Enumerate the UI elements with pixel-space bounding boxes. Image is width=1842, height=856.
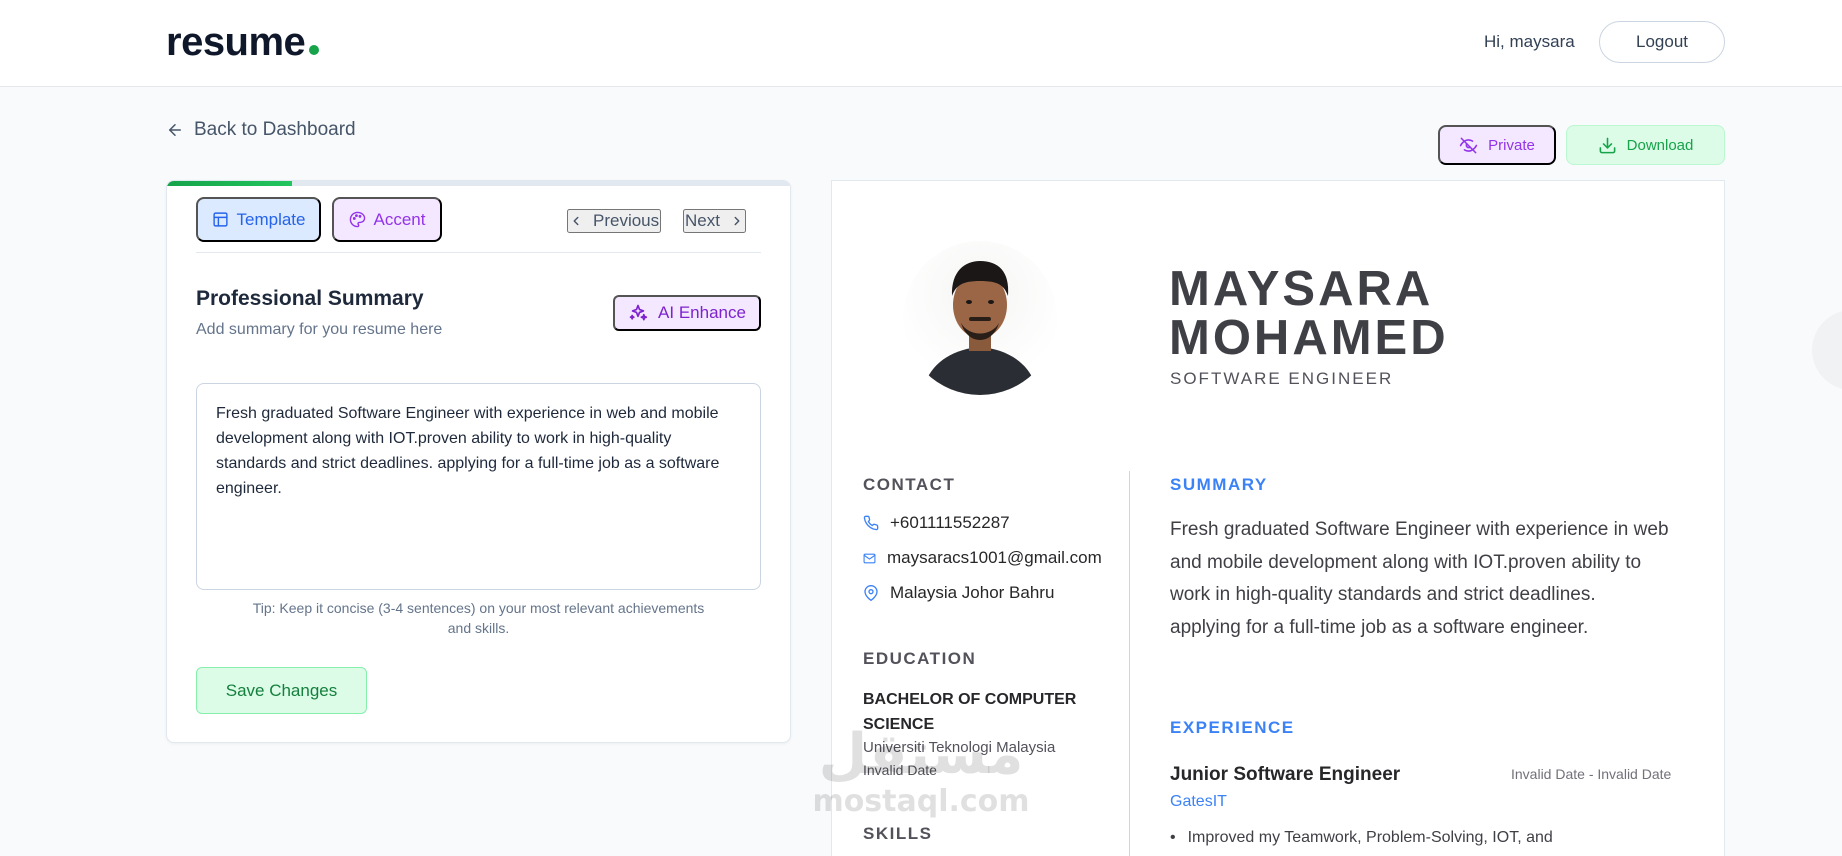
watermark-latin: mostaql.com: [812, 784, 1030, 819]
resume-summary-text: Fresh graduated Software Engineer with e…: [1170, 519, 1669, 638]
phone-icon: [863, 515, 879, 531]
watermark-arabic: مستقل: [818, 722, 1024, 787]
mail-icon: [863, 553, 876, 563]
side-edge-decoration: [1812, 310, 1842, 390]
arrow-left-icon: [169, 124, 181, 136]
layout-icon: [212, 212, 228, 227]
resume-name: MAYSARA MOHAMED: [1169, 265, 1449, 363]
location-text: Malaysia Johor Bahru: [890, 583, 1055, 602]
experience-role: Junior Software Engineer: [1170, 764, 1401, 785]
template-tab-button[interactable]: Template: [196, 197, 321, 242]
chevron-right-icon: [734, 216, 740, 226]
experience-bullet-text: Improved my Teamwork, Problem-Solving, I…: [1187, 829, 1553, 846]
step-progress-fill: [167, 181, 292, 186]
next-step-button[interactable]: Next: [683, 209, 746, 233]
top-navbar: resume Hi, maysara Logout: [0, 0, 1842, 87]
ai-enhance-label: AI Enhance: [658, 303, 746, 322]
accent-tab-button[interactable]: Accent: [332, 197, 442, 242]
download-icon: [1599, 137, 1616, 153]
contact-location: Malaysia Johor Bahru: [863, 583, 1054, 603]
editor-panel: Template Accent Previous Next Profession…: [166, 180, 791, 743]
section-subtitle: Add summary for you resume here: [196, 321, 443, 338]
editor-divider: [196, 252, 761, 253]
experience-bullet: • Improved my Teamwork, Problem-Solving,…: [1170, 829, 1553, 847]
section-title: Professional Summary: [196, 287, 424, 310]
contact-heading: CONTACT: [863, 475, 956, 494]
resume-name-line1: MAYSARA: [1169, 262, 1434, 316]
private-toggle-button[interactable]: Private: [1438, 125, 1556, 165]
experience-date: Invalid Date - Invalid Date: [1511, 766, 1672, 782]
back-link-label: Back to Dashboard: [194, 119, 356, 140]
download-button[interactable]: Download: [1566, 125, 1725, 165]
summary-tip: Tip: Keep it concise (3-4 sentences) on …: [252, 600, 705, 636]
previous-step-button[interactable]: Previous: [567, 209, 662, 233]
column-divider: [1129, 471, 1130, 856]
ai-enhance-button[interactable]: AI Enhance: [613, 295, 761, 331]
logout-button[interactable]: Logout: [1599, 21, 1725, 63]
user-greeting: Hi, maysara: [1484, 32, 1575, 51]
watermark: مستقل mostaql.com: [806, 725, 1036, 819]
chevron-left-icon: [573, 216, 579, 226]
private-label: Private: [1488, 136, 1535, 154]
profile-photo-figure: [923, 261, 1037, 395]
palette-icon: [349, 211, 365, 228]
eye-off-icon: [1459, 137, 1478, 153]
save-changes-button[interactable]: Save Changes: [196, 667, 367, 714]
step-progress-bar: [167, 181, 790, 186]
skills-heading: SKILLS: [863, 824, 933, 843]
experience-heading: EXPERIENCE: [1170, 718, 1295, 737]
bullet-dot: •: [1170, 829, 1176, 846]
contact-email: maysaracs1001@gmail.com: [863, 548, 1102, 568]
logo-dot: [309, 45, 320, 55]
profile-photo: [903, 241, 1057, 395]
phone-text: +601111552287: [890, 513, 1010, 532]
contact-phone: +601111552287: [863, 513, 1010, 533]
resume-name-line2: MOHAMED: [1169, 311, 1449, 365]
sparkles-icon: [629, 304, 648, 321]
experience-company: GatesIT: [1170, 793, 1227, 810]
app-logo[interactable]: resume: [166, 20, 320, 65]
education-heading: EDUCATION: [863, 649, 977, 668]
logo-text: resume: [166, 20, 306, 64]
map-pin-icon: [864, 585, 878, 601]
download-label: Download: [1626, 136, 1694, 154]
summary-heading: SUMMARY: [1170, 475, 1268, 494]
summary-textarea[interactable]: Fresh graduated Software Engineer with e…: [196, 383, 761, 590]
template-tab-label: Template: [236, 209, 306, 229]
back-to-dashboard-link[interactable]: Back to Dashboard: [166, 119, 356, 141]
next-label: Next: [685, 211, 720, 230]
resume-job-title: SOFTWARE ENGINEER: [1170, 369, 1394, 388]
accent-tab-label: Accent: [373, 209, 426, 229]
email-text: maysaracs1001@gmail.com: [887, 548, 1102, 567]
previous-label: Previous: [593, 211, 660, 230]
